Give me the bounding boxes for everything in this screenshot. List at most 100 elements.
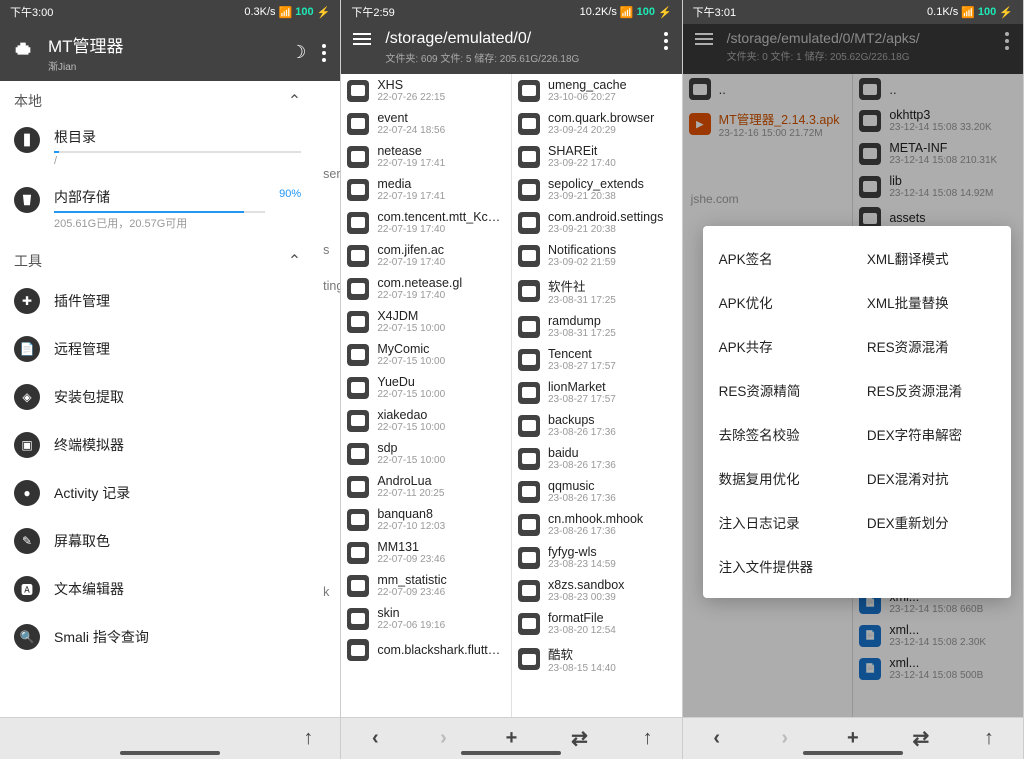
- back-icon[interactable]: ‹: [705, 727, 729, 751]
- more-icon[interactable]: [1003, 30, 1011, 52]
- nav-handle[interactable]: [803, 751, 903, 755]
- file-row[interactable]: AndroLua22-07-11 20:25: [341, 470, 511, 503]
- file-row[interactable]: lionMarket23-08-27 17:57: [512, 376, 682, 409]
- menu-item[interactable]: APK签名: [709, 236, 857, 280]
- apk-file[interactable]: ▶ MT管理器_2.14.3.apk 23-12-16 15:00 21.72M: [683, 104, 853, 144]
- tool-item[interactable]: ✎屏幕取色: [0, 517, 315, 565]
- folder-icon: [518, 316, 540, 338]
- file-row[interactable]: MM13122-07-09 23:46: [341, 536, 511, 569]
- file-row[interactable]: cn.mhook.mhook23-08-26 17:36: [512, 508, 682, 541]
- folder-icon: [518, 280, 540, 302]
- file-row[interactable]: banquan822-07-10 12:03: [341, 503, 511, 536]
- file-row[interactable]: mm_statistic22-07-09 23:46: [341, 569, 511, 602]
- tool-item[interactable]: 🔍Smali 指令查询: [0, 613, 315, 661]
- menu-item[interactable]: RES资源混淆: [857, 324, 1005, 368]
- night-mode-icon[interactable]: ☽: [290, 42, 306, 63]
- file-row[interactable]: netease22-07-19 17:41: [341, 140, 511, 173]
- file-row[interactable]: SHAREit23-09-22 17:40: [512, 140, 682, 173]
- file-row[interactable]: 软件社23-08-31 17:25: [512, 272, 682, 310]
- more-icon[interactable]: [320, 42, 328, 64]
- file-row[interactable]: x8zs.sandbox23-08-23 00:39: [512, 574, 682, 607]
- menu-icon[interactable]: [353, 30, 371, 48]
- tool-item[interactable]: ✚插件管理: [0, 277, 315, 325]
- file-row[interactable]: com.quark.browser23-09-24 20:29: [512, 107, 682, 140]
- menu-item[interactable]: 注入日志记录: [709, 500, 857, 544]
- xml-file-row[interactable]: 📄xml...23-12-14 15:08 500B: [853, 652, 1023, 685]
- menu-item[interactable]: DEX字符串解密: [857, 412, 1005, 456]
- file-row[interactable]: umeng_cache23-10-06 20:27: [512, 74, 682, 107]
- menu-item[interactable]: RES资源精简: [709, 368, 857, 412]
- file-row[interactable]: media22-07-19 17:41: [341, 173, 511, 206]
- file-row[interactable]: com.netease.gl22-07-19 17:40: [341, 272, 511, 305]
- folder-icon: [518, 415, 540, 437]
- file-row[interactable]: sdp22-07-15 10:00: [341, 437, 511, 470]
- file-row[interactable]: XHS22-07-26 22:15: [341, 74, 511, 107]
- swap-icon[interactable]: ⇄: [568, 727, 592, 751]
- file-row[interactable]: xiakedao22-07-15 10:00: [341, 404, 511, 437]
- nav-handle[interactable]: [120, 751, 220, 755]
- menu-item[interactable]: 去除签名校验: [709, 412, 857, 456]
- file-row[interactable]: Tencent23-08-27 17:57: [512, 343, 682, 376]
- menu-item[interactable]: DEX重新划分: [857, 500, 1005, 544]
- file-row[interactable]: META-INF23-12-14 15:08 210.31K: [853, 137, 1023, 170]
- menu-item[interactable]: DEX混淆对抗: [857, 456, 1005, 500]
- add-icon[interactable]: +: [841, 727, 865, 751]
- menu-item[interactable]: 注入文件提供器: [709, 544, 857, 588]
- file-row[interactable]: baidu23-08-26 17:36: [512, 442, 682, 475]
- file-row[interactable]: 酷软23-08-15 14:40: [512, 640, 682, 678]
- file-row[interactable]: com.tencent.mtt_KcSdk22-07-19 17:40: [341, 206, 511, 239]
- file-row[interactable]: X4JDM22-07-15 10:00: [341, 305, 511, 338]
- tool-item[interactable]: 🅰文本编辑器: [0, 565, 315, 613]
- tool-item[interactable]: ▣终端模拟器: [0, 421, 315, 469]
- folder-icon: [347, 212, 369, 234]
- file-row[interactable]: okhttp323-12-14 15:08 33.20K: [853, 104, 1023, 137]
- file-row[interactable]: MyComic22-07-15 10:00: [341, 338, 511, 371]
- nav-handle[interactable]: [461, 751, 561, 755]
- phone-files: 下午2:59 10.2K/s 📶 100 ⚡ /storage/emulated…: [341, 0, 682, 759]
- file-row[interactable]: ramdump23-08-31 17:25: [512, 310, 682, 343]
- folder-icon: [347, 608, 369, 630]
- file-row[interactable]: qqmusic23-08-26 17:36: [512, 475, 682, 508]
- menu-item[interactable]: XML翻译模式: [857, 236, 1005, 280]
- swap-icon[interactable]: ⇄: [909, 727, 933, 751]
- file-row[interactable]: com.android.settings23-09-21 20:38: [512, 206, 682, 239]
- menu-item[interactable]: APK共存: [709, 324, 857, 368]
- up-icon[interactable]: ↑: [636, 727, 660, 751]
- menu-item[interactable]: RES反资源混淆: [857, 368, 1005, 412]
- storage-root[interactable]: 根目录 /: [0, 117, 315, 177]
- file-row[interactable]: com.blackshark.flutter_to...: [341, 635, 511, 665]
- folder-icon: [347, 245, 369, 267]
- up-arrow-icon[interactable]: ↑: [296, 727, 320, 751]
- file-row[interactable]: skin22-07-06 19:16: [341, 602, 511, 635]
- file-row[interactable]: Notifications23-09-02 21:59: [512, 239, 682, 272]
- xml-icon: 📄: [859, 625, 881, 647]
- add-icon[interactable]: +: [499, 727, 523, 751]
- up-row[interactable]: ..: [853, 74, 1023, 104]
- menu-icon[interactable]: [695, 30, 713, 48]
- file-row[interactable]: lib23-12-14 15:08 14.92M: [853, 170, 1023, 203]
- tool-icon: ●: [14, 480, 40, 506]
- menu-item[interactable]: APK优化: [709, 280, 857, 324]
- section-tools[interactable]: 工具 ⌃: [0, 241, 315, 277]
- file-row[interactable]: backups23-08-26 17:36: [512, 409, 682, 442]
- file-row[interactable]: YueDu22-07-15 10:00: [341, 371, 511, 404]
- folder-icon: [347, 542, 369, 564]
- file-row[interactable]: fyfyg-wls23-08-23 14:59: [512, 541, 682, 574]
- up-icon[interactable]: ↑: [977, 727, 1001, 751]
- storage-internal[interactable]: 内部存储 205.61G已用，20.57G可用 90%: [0, 177, 315, 241]
- back-icon[interactable]: ‹: [363, 727, 387, 751]
- file-row[interactable]: sepolicy_extends23-09-21 20:38: [512, 173, 682, 206]
- tool-item[interactable]: ◈安装包提取: [0, 373, 315, 421]
- up-row[interactable]: ..: [683, 74, 853, 104]
- tool-item[interactable]: ●Activity 记录: [0, 469, 315, 517]
- file-row[interactable]: com.jifen.ac22-07-19 17:40: [341, 239, 511, 272]
- more-icon[interactable]: [662, 30, 670, 52]
- menu-item[interactable]: XML批量替换: [857, 280, 1005, 324]
- xml-file-row[interactable]: 📄xml...23-12-14 15:08 2.30K: [853, 619, 1023, 652]
- current-path[interactable]: /storage/emulated/0/: [385, 30, 647, 48]
- section-local[interactable]: 本地 ⌃: [0, 81, 315, 117]
- tool-item[interactable]: 📄远程管理: [0, 325, 315, 373]
- menu-item[interactable]: 数据复用优化: [709, 456, 857, 500]
- file-row[interactable]: event22-07-24 18:56: [341, 107, 511, 140]
- file-row[interactable]: formatFile23-08-20 12:54: [512, 607, 682, 640]
